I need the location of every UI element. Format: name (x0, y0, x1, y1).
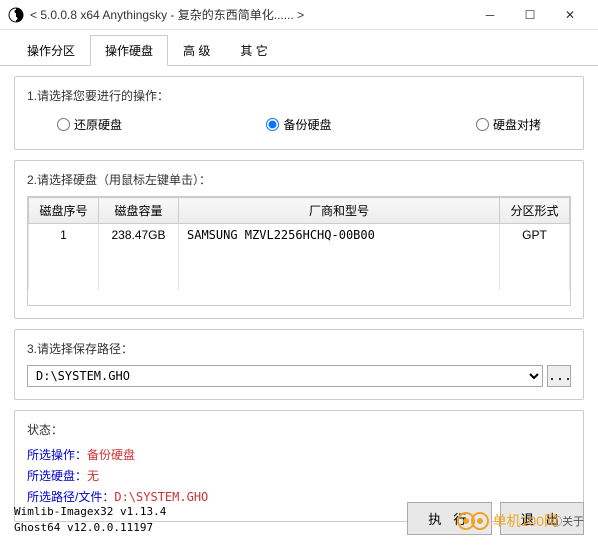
execute-button[interactable]: 执 行 (407, 502, 491, 535)
disk-select-group: 2.请选择硬盘（用鼠标左键单击）： 磁盘序号 磁盘容量 厂商和型号 分区形式 1… (14, 160, 584, 319)
tab-advanced[interactable]: 高 级 (168, 35, 225, 66)
about-link[interactable]: ①关于 (551, 513, 584, 529)
radio-copy[interactable]: 硬盘对拷 (476, 116, 541, 133)
path-group: 3.请选择保存路径： D:\SYSTEM.GHO ... (14, 329, 584, 400)
status-disk: 所选硬盘：无 (27, 467, 571, 484)
tab-disk[interactable]: 操作硬盘 (90, 35, 168, 66)
minimize-button[interactable]: ─ (470, 1, 510, 29)
operation-label: 1.请选择您要进行的操作： (27, 87, 571, 104)
app-icon (8, 7, 24, 23)
path-select[interactable]: D:\SYSTEM.GHO (27, 365, 543, 387)
col-disknum: 磁盘序号 (29, 198, 99, 224)
disk-select-label: 2.请选择硬盘（用鼠标左键单击）： (27, 171, 571, 188)
tab-partition[interactable]: 操作分区 (12, 35, 90, 66)
version-info: Wimlib-Imagex32 v1.13.4 Ghost64 v12.0.0.… (14, 504, 166, 535)
status-label: 状态： (27, 421, 571, 438)
titlebar: < 5.0.0.8 x64 Anythingsky - 复杂的东西简单化....… (0, 0, 598, 30)
maximize-button[interactable]: ☐ (510, 1, 550, 29)
disk-table: 磁盘序号 磁盘容量 厂商和型号 分区形式 1 238.47GB SAMSUNG … (28, 197, 570, 290)
tab-other[interactable]: 其 它 (225, 35, 282, 66)
close-button[interactable]: ✕ (550, 1, 590, 29)
table-row[interactable]: 1 238.47GB SAMSUNG MZVL2256HCHQ-00B00 GP… (29, 224, 570, 247)
radio-restore[interactable]: 还原硬盘 (57, 116, 122, 133)
col-vendor: 厂商和型号 (179, 198, 500, 224)
radio-backup[interactable]: 备份硬盘 (266, 116, 331, 133)
status-operation: 所选操作：备份硬盘 (27, 446, 571, 463)
col-ptype: 分区形式 (500, 198, 570, 224)
browse-button[interactable]: ... (547, 365, 571, 387)
window-title: < 5.0.0.8 x64 Anythingsky - 复杂的东西简单化....… (30, 6, 470, 23)
col-capacity: 磁盘容量 (99, 198, 179, 224)
tab-bar: 操作分区 操作硬盘 高 级 其 它 (0, 34, 598, 66)
path-label: 3.请选择保存路径： (27, 340, 571, 357)
operation-group: 1.请选择您要进行的操作： 还原硬盘 备份硬盘 硬盘对拷 (14, 76, 584, 150)
